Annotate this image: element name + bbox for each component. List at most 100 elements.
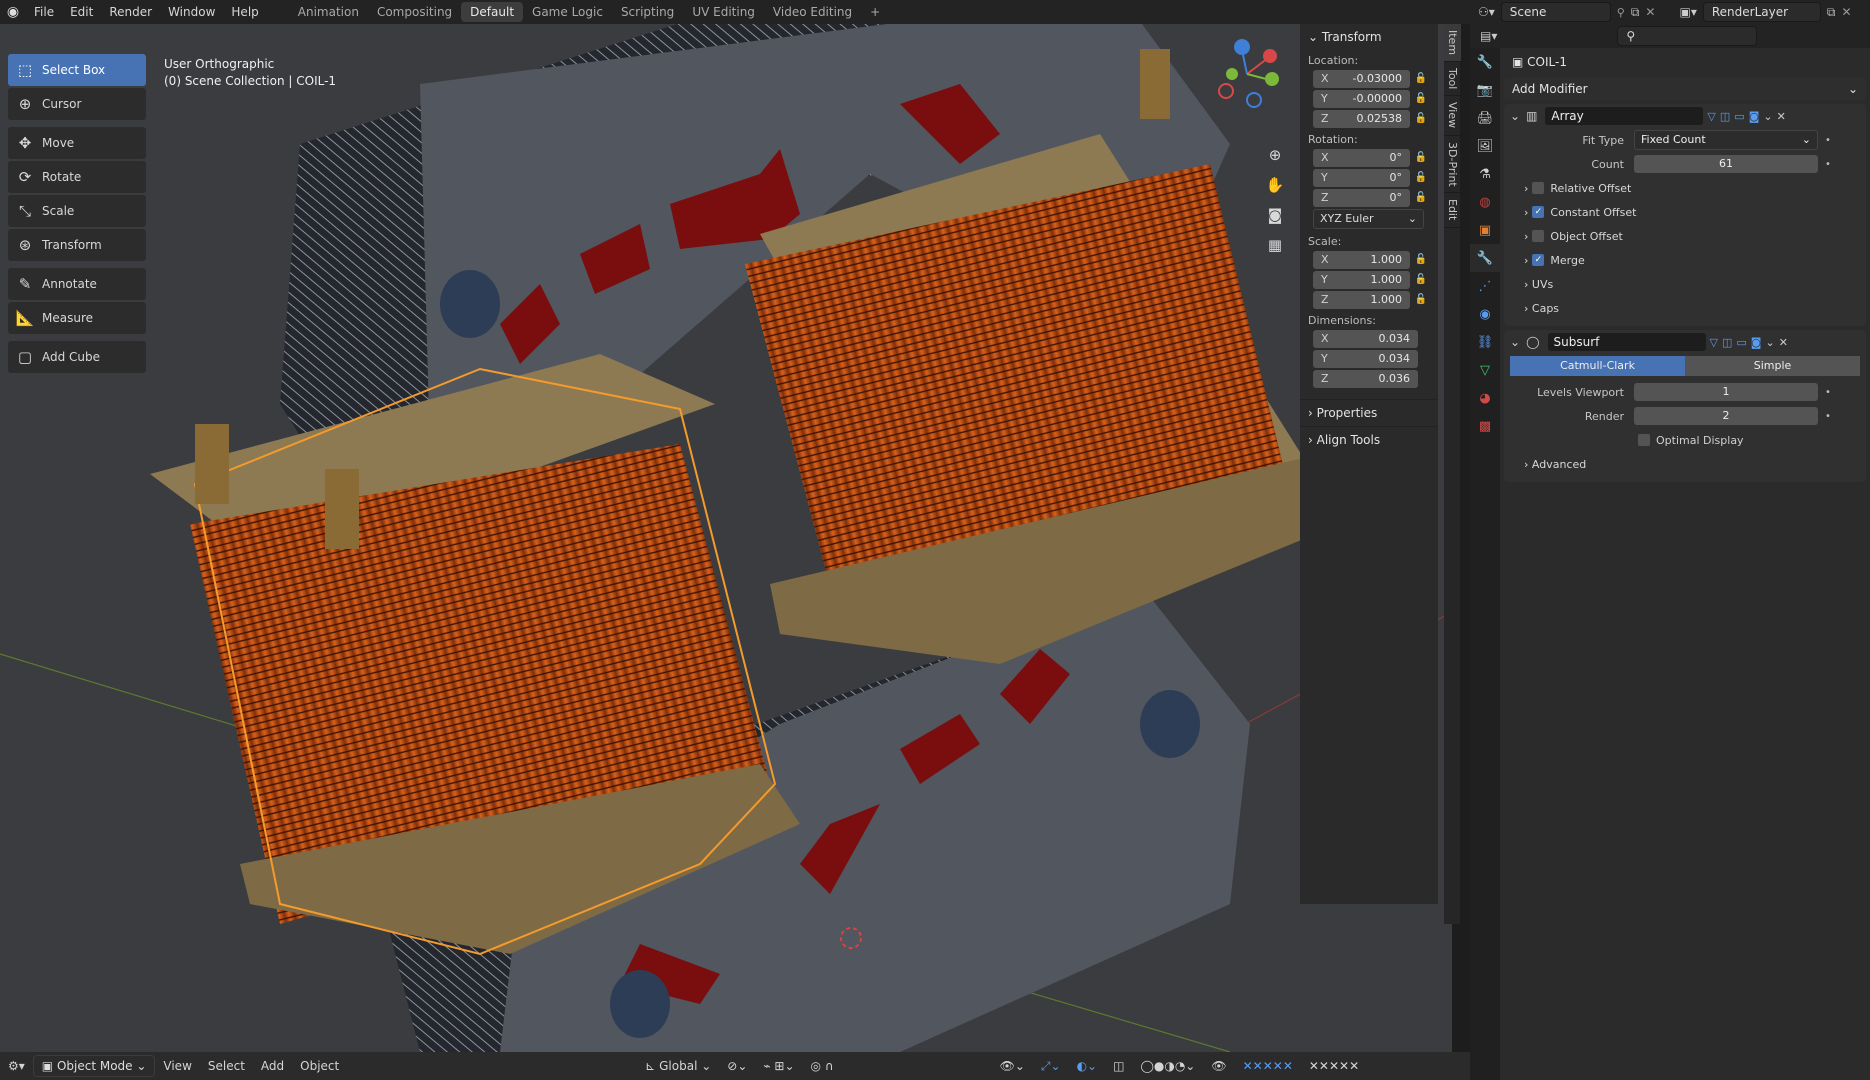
- duplicate-layer-icon[interactable]: ⧉: [1827, 5, 1836, 20]
- modifier-menu-icon[interactable]: ⌄: [1763, 110, 1772, 123]
- menu-window[interactable]: Window: [160, 0, 223, 24]
- viewport-display-icon[interactable]: ▭: [1734, 110, 1744, 123]
- object-offset-row[interactable]: › Object Offset: [1504, 224, 1866, 248]
- menu-add[interactable]: Add: [253, 1059, 292, 1073]
- tool-tab-icon[interactable]: 🔧: [1470, 48, 1500, 76]
- keyframe-dot[interactable]: •: [1818, 411, 1838, 422]
- array-name-field[interactable]: Array: [1545, 107, 1704, 125]
- tool-move[interactable]: ✥ Move: [8, 127, 146, 159]
- collapse-icon[interactable]: ⌄: [1510, 109, 1520, 123]
- blender-logo-icon[interactable]: ◉: [0, 4, 26, 20]
- scale-y-field[interactable]: Y 1.000: [1313, 270, 1410, 289]
- merge-row[interactable]: › ✓ Merge: [1504, 248, 1866, 272]
- tab-animation[interactable]: Animation: [289, 2, 368, 22]
- zoom-icon[interactable]: ⊕: [1262, 142, 1288, 168]
- edit-mode-icon[interactable]: ◫: [1722, 336, 1732, 349]
- constant-offset-row[interactable]: › ✓ Constant Offset: [1504, 200, 1866, 224]
- subsurf-name-field[interactable]: Subsurf: [1547, 333, 1706, 351]
- delete-modifier-icon[interactable]: ✕: [1779, 336, 1788, 349]
- 3d-viewport[interactable]: ⬚ Select Box ⊕ Cursor ✥ Move ⟳ Rotate ⤡ Scale ⊛ Tra…: [0, 24, 1452, 1052]
- render-display-icon[interactable]: ◙: [1751, 336, 1762, 349]
- tool-measure[interactable]: 📐 Measure: [8, 302, 146, 334]
- fit-type-dropdown[interactable]: Fixed Count ⌄: [1634, 130, 1818, 150]
- object-tab-icon[interactable]: ▣: [1470, 216, 1500, 244]
- lock-icon[interactable]: 🔓: [1410, 73, 1432, 84]
- optimal-display-row[interactable]: Optimal Display: [1504, 428, 1866, 452]
- menu-render[interactable]: Render: [101, 0, 160, 24]
- editor-type-icon[interactable]: ⚙▾: [0, 1059, 33, 1073]
- render-levels-field[interactable]: 2: [1634, 407, 1818, 425]
- close-scene-icon[interactable]: ✕: [1645, 5, 1655, 19]
- add-workspace-button[interactable]: +: [861, 2, 889, 22]
- tab-item[interactable]: Item: [1444, 24, 1461, 63]
- properties-search-input[interactable]: ⚲: [1617, 26, 1758, 46]
- lock-icon[interactable]: 🔓: [1410, 152, 1432, 163]
- constant-offset-checkbox[interactable]: ✓: [1532, 206, 1545, 218]
- tool-select-box[interactable]: ⬚ Select Box: [8, 54, 146, 86]
- data-tab-icon[interactable]: ▽: [1470, 356, 1500, 384]
- tool-cursor[interactable]: ⊕ Cursor: [8, 88, 146, 120]
- tab-default[interactable]: Default: [461, 2, 524, 22]
- uvs-subpanel[interactable]: › UVs: [1504, 272, 1866, 296]
- particles-tab-icon[interactable]: ⋰: [1470, 272, 1500, 300]
- modifier-menu-icon[interactable]: ⌄: [1765, 336, 1774, 349]
- add-modifier-dropdown[interactable]: Add Modifier ⌄: [1504, 78, 1866, 100]
- catmull-clark-button[interactable]: Catmull-Clark: [1510, 356, 1685, 376]
- lock-icon[interactable]: 🔓: [1410, 254, 1432, 265]
- caps-subpanel[interactable]: › Caps: [1504, 296, 1866, 320]
- editor-type-icon[interactable]: ▤▾: [1480, 29, 1497, 43]
- scale-z-field[interactable]: Z 1.000: [1313, 290, 1410, 309]
- levels-viewport-field[interactable]: 1: [1634, 383, 1818, 401]
- collapse-icon[interactable]: ⌄: [1510, 335, 1520, 349]
- rotation-mode-dropdown[interactable]: XYZ Euler ⌄: [1313, 209, 1424, 229]
- rotation-y-field[interactable]: Y 0°: [1313, 168, 1410, 187]
- extra-toggles-icon[interactable]: ✕✕✕✕✕: [1301, 1059, 1367, 1073]
- snap-icon[interactable]: ⌁ ⊞⌄: [755, 1059, 802, 1073]
- viewport-display-icon[interactable]: ▭: [1736, 336, 1746, 349]
- count-field[interactable]: 61: [1634, 155, 1818, 173]
- xray-icon[interactable]: ◫: [1105, 1059, 1132, 1073]
- tab-scripting[interactable]: Scripting: [612, 2, 683, 22]
- menu-file[interactable]: File: [26, 0, 62, 24]
- render-display-icon[interactable]: ◙: [1749, 110, 1760, 123]
- navigation-gizmo[interactable]: [1212, 34, 1282, 114]
- object-offset-checkbox[interactable]: [1532, 230, 1545, 242]
- menu-view[interactable]: View: [155, 1059, 199, 1073]
- scene-tab-icon[interactable]: ⚗: [1470, 160, 1500, 188]
- dimensions-y-field[interactable]: Y 0.034: [1313, 349, 1418, 368]
- tab-game-logic[interactable]: Game Logic: [523, 2, 612, 22]
- render-tab-icon[interactable]: 📷: [1470, 76, 1500, 104]
- rotation-x-field[interactable]: X 0°: [1313, 148, 1410, 167]
- tool-transform[interactable]: ⊛ Transform: [8, 229, 146, 261]
- simple-button[interactable]: Simple: [1685, 356, 1860, 376]
- tab-compositing[interactable]: Compositing: [368, 2, 461, 22]
- pin-icon[interactable]: ⚲: [1617, 6, 1625, 19]
- texture-tab-icon[interactable]: ▩: [1470, 412, 1500, 440]
- view-visibility-icon[interactable]: 👁: [1203, 1059, 1234, 1073]
- world-tab-icon[interactable]: ◍: [1470, 188, 1500, 216]
- visibility-icon[interactable]: 👁⌄: [992, 1059, 1033, 1073]
- keyframe-dot[interactable]: •: [1818, 159, 1838, 170]
- location-y-field[interactable]: Y -0.00000: [1313, 89, 1410, 108]
- gizmo-toggle-icon[interactable]: ⤢⌄: [1033, 1059, 1069, 1074]
- menu-help[interactable]: Help: [223, 0, 266, 24]
- tool-annotate[interactable]: ✎ Annotate: [8, 268, 146, 300]
- dimensions-z-field[interactable]: Z 0.036: [1313, 369, 1418, 388]
- overlay-toggle-icon[interactable]: ◐⌄: [1069, 1059, 1106, 1073]
- tab-tool[interactable]: Tool: [1444, 62, 1461, 97]
- pivot-icon[interactable]: ⊘⌄: [719, 1059, 755, 1073]
- advanced-subpanel[interactable]: › Advanced: [1504, 452, 1866, 476]
- tab-edit[interactable]: Edit: [1444, 193, 1461, 228]
- edit-cage-icon[interactable]: ▽: [1710, 336, 1718, 349]
- grid-icon[interactable]: ▦: [1262, 232, 1288, 258]
- keyframe-dot[interactable]: •: [1818, 387, 1838, 398]
- physics-tab-icon[interactable]: ◉: [1470, 300, 1500, 328]
- tool-add-cube[interactable]: ▢ Add Cube: [8, 341, 146, 373]
- relative-offset-checkbox[interactable]: [1532, 182, 1545, 194]
- orientation-dropdown[interactable]: ⊾ Global ⌄: [637, 1059, 719, 1073]
- shading-modes-icon[interactable]: ◯●◑◔⌄: [1132, 1059, 1203, 1073]
- properties-panel-header[interactable]: › Properties: [1300, 399, 1438, 426]
- transform-header[interactable]: ⌄ Transform: [1300, 24, 1438, 50]
- dimensions-x-field[interactable]: X 0.034: [1313, 329, 1418, 348]
- render-layer-icon[interactable]: ▣▾: [1679, 5, 1696, 19]
